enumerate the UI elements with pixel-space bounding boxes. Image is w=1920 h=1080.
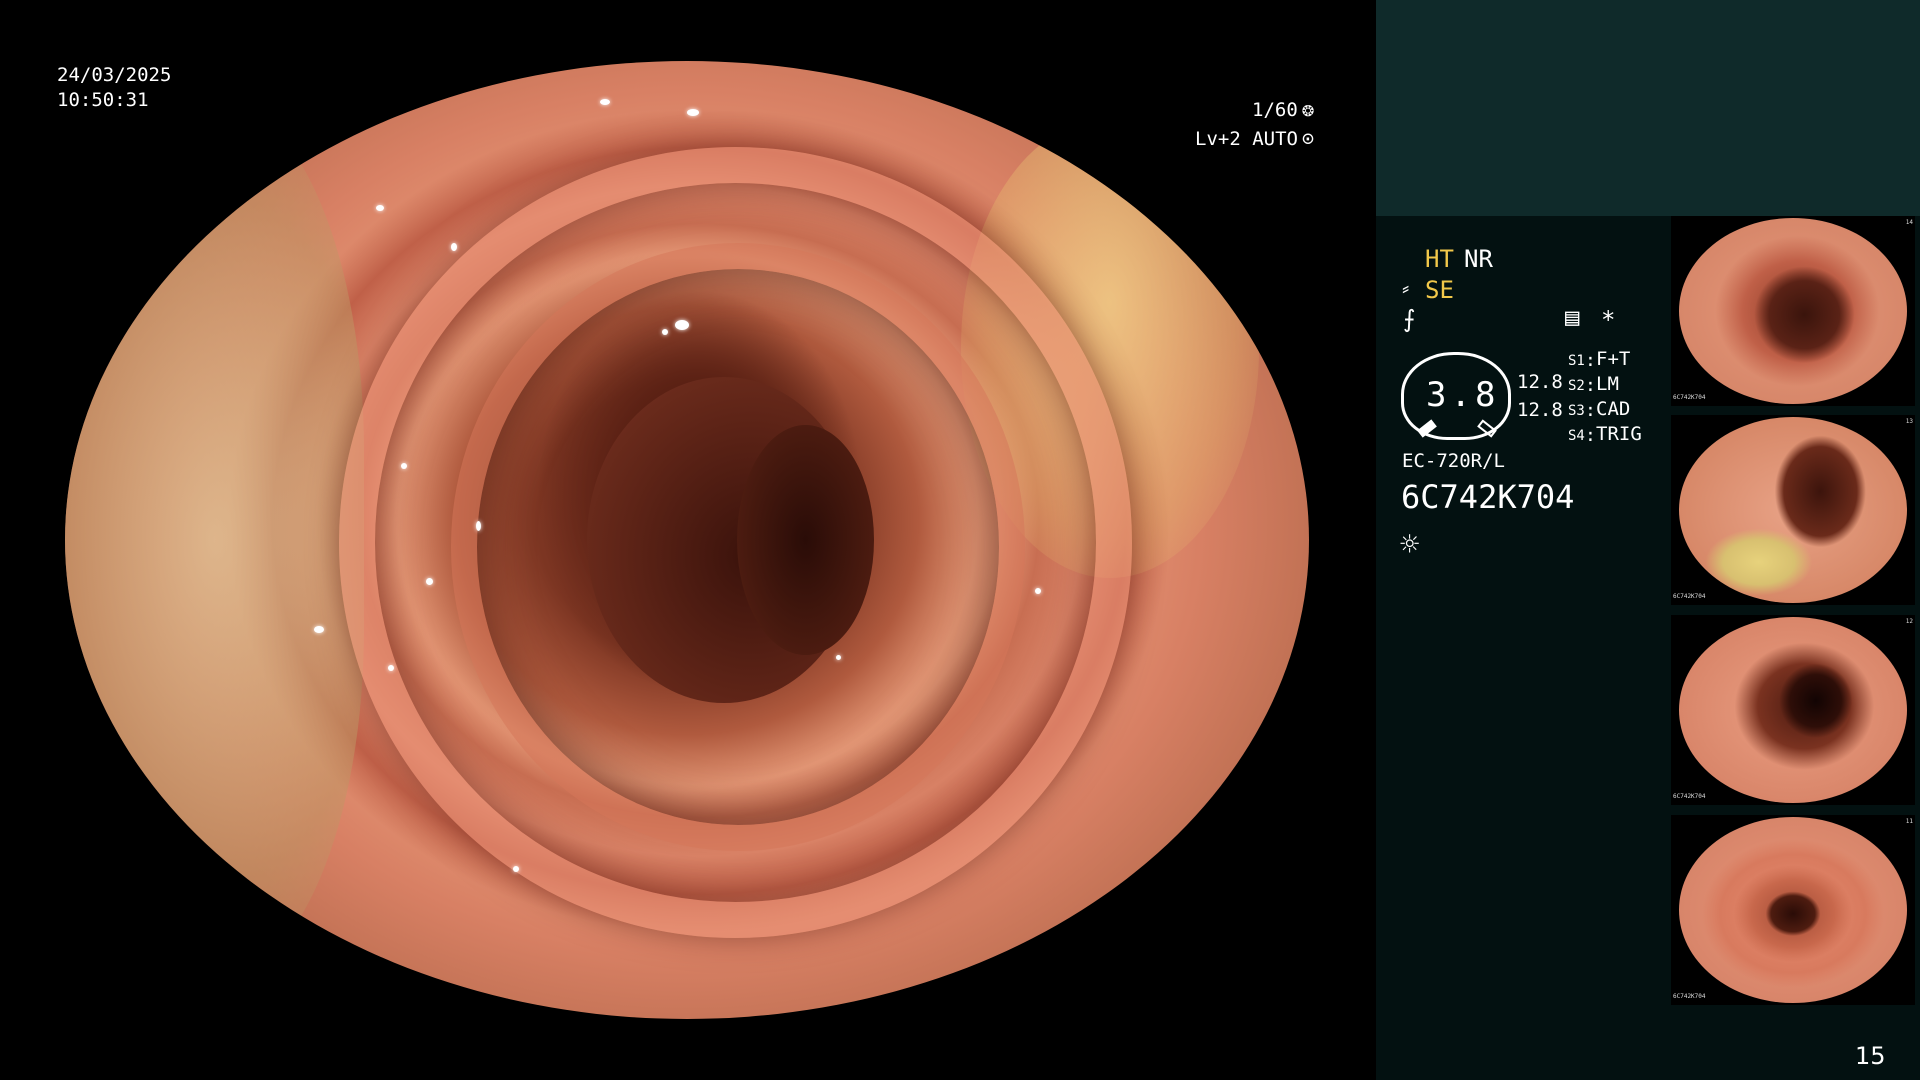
value-a: 12.8 [1517,371,1563,393]
switch-s2-colon: : [1585,375,1596,396]
auto-icon: ⊙ [1302,126,1315,150]
ht-indicator: HT [1425,245,1454,273]
shutter-icon: ❂ [1302,97,1315,121]
se-icon: ⸗ [1402,276,1410,301]
switch-s3-key: S3 [1568,403,1585,419]
thumbnail-4[interactable]: 6C742K704 11 [1671,815,1915,1005]
switch-s2-key: S2 [1568,378,1585,394]
gauge-value: 3.8 [1426,375,1500,415]
thumbnail-3[interactable]: 6C742K704 12 [1671,615,1915,805]
gauge-needle-left [1417,419,1437,438]
f-icon: ⨍ [1403,305,1416,333]
switch-s1-colon: : [1585,350,1596,371]
thumbnail-serial: 6C742K704 [1673,993,1706,1001]
thumbnail-image [1679,417,1907,603]
value-b: 12.8 [1517,399,1563,421]
switch-s2-value: LM [1596,373,1619,395]
thumbnail-1[interactable]: 6C742K704 14 [1671,216,1915,406]
se-indicator: SE [1425,276,1454,304]
switch-s3-value: CAD [1596,398,1631,420]
date-text: 24/03/2025 [57,64,172,86]
page-number: 15 [1855,1042,1886,1070]
thumbnail-image [1679,218,1907,404]
thumbnail-image [1679,817,1907,1003]
thumbnail-serial: 6C742K704 [1673,593,1706,601]
light-icon: ☼ [1400,525,1420,563]
switch-s4-value: TRIG [1596,423,1642,445]
switch-s3-colon: : [1585,400,1596,421]
thumbnail-index: 13 [1905,418,1913,425]
thumbnail-image [1679,617,1907,803]
switch-s1-value: F+T [1596,348,1631,370]
nr-indicator: NR [1464,245,1493,273]
exposure-level-text: Lv+2 AUTO [1195,128,1298,150]
asterisk-indicator: * [1601,306,1616,334]
shutter-text: 1/60 [1252,99,1298,121]
thumbnail-index: 14 [1905,219,1913,226]
thumbnail-index: 11 [1905,818,1913,825]
thumbnail-serial: 6C742K704 [1673,793,1706,801]
time-text: 10:50:31 [57,89,149,111]
info-panel-header [1376,0,1920,216]
switch-s4-colon: : [1585,425,1596,446]
thumbnail-2[interactable]: 6C742K704 13 [1671,415,1915,605]
scope-model: EC-720R/L [1402,450,1505,472]
thumbnail-serial: 6C742K704 [1673,394,1706,402]
thumbnail-index: 12 [1905,618,1913,625]
memo-icon: ▤ [1565,303,1580,331]
switch-s4-key: S4 [1568,428,1585,444]
switch-s1-key: S1 [1568,353,1585,369]
endoscopy-image [65,61,1309,1019]
scope-serial: 6C742K704 [1401,478,1575,516]
